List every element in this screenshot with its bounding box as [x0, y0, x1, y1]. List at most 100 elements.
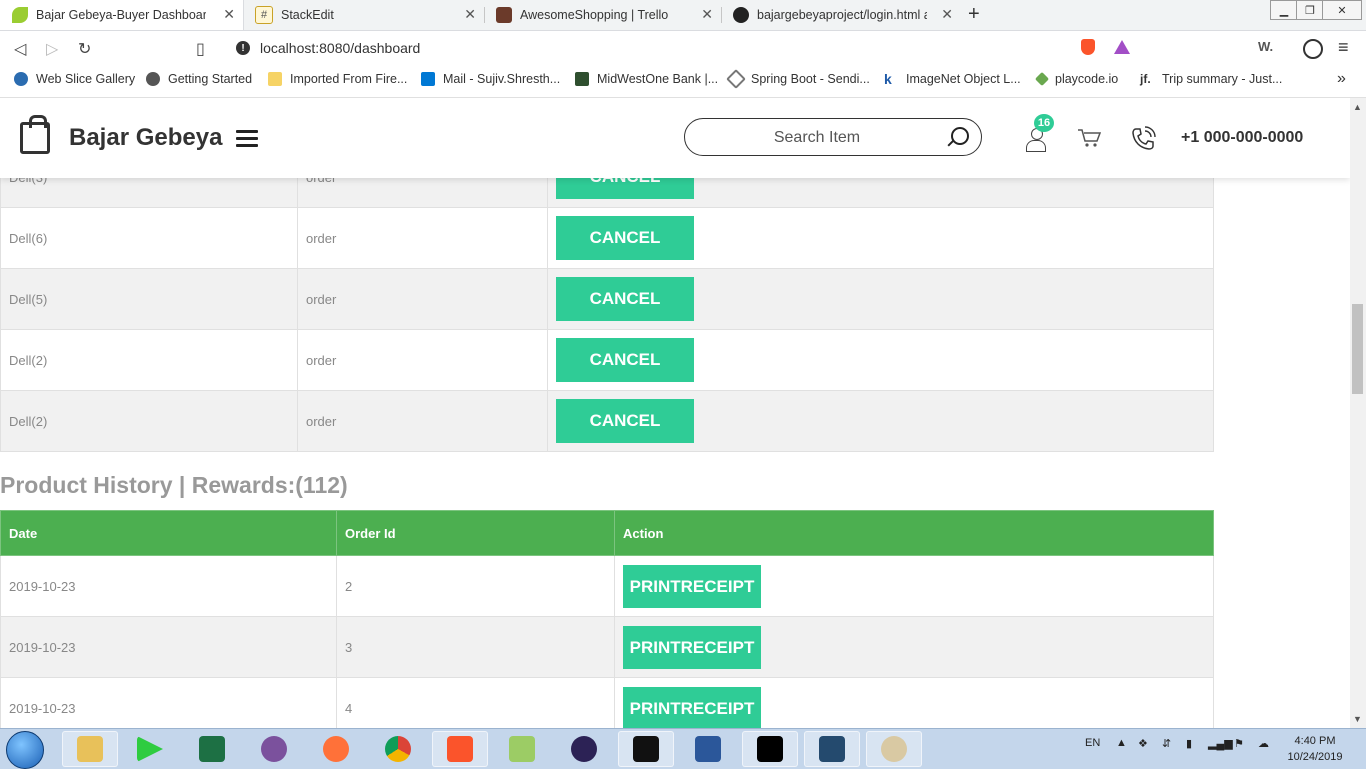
- folder-icon: [268, 72, 282, 86]
- close-window-button[interactable]: ✕: [1322, 0, 1362, 20]
- search-input[interactable]: [705, 126, 929, 150]
- cancel-button[interactable]: CANCEL: [556, 277, 694, 321]
- bookmark-spring-boot[interactable]: Spring Boot - Sendi...: [726, 69, 870, 89]
- signal-icon[interactable]: ▂▄▆: [1208, 737, 1233, 750]
- network-icon[interactable]: ⇵: [1162, 737, 1171, 750]
- column-header-order-id: Order Id: [336, 510, 615, 556]
- date-cell: 2019-10-23: [0, 616, 337, 678]
- close-tab-icon[interactable]: ✕: [464, 6, 476, 23]
- command-prompt-icon[interactable]: [742, 731, 798, 767]
- show-hidden-icons-icon[interactable]: ▲: [1116, 737, 1127, 749]
- chrome-icon[interactable]: [370, 731, 426, 767]
- product-history-title: Product History | Rewards:(112): [0, 472, 348, 498]
- bookmark-imported[interactable]: Imported From Fire...: [268, 72, 407, 86]
- firefox-taskbar-icon[interactable]: [308, 731, 364, 767]
- reload-icon[interactable]: ↻: [78, 39, 91, 59]
- bookmark-imagenet[interactable]: k ImageNet Object L...: [884, 72, 1021, 86]
- print-receipt-button[interactable]: PRINTRECEIPT: [623, 625, 761, 669]
- tab-github[interactable]: bajargebeyaproject/login.html at d ✕: [721, 0, 961, 30]
- brave-rewards-icon[interactable]: [1114, 40, 1130, 54]
- file-explorer-icon[interactable]: [62, 731, 118, 767]
- minimize-window-button[interactable]: ▁: [1270, 0, 1298, 20]
- url-field[interactable]: ! localhost:8080/dashboard: [228, 36, 1140, 60]
- media-player-icon[interactable]: [122, 731, 178, 767]
- github-icon: [733, 7, 749, 23]
- eclipse-icon[interactable]: [556, 731, 612, 767]
- page-scrollbar[interactable]: ▲ ▼: [1350, 98, 1366, 728]
- bookmark-web-slice-gallery[interactable]: Web Slice Gallery: [14, 72, 135, 86]
- status-cell: order: [297, 329, 548, 391]
- cancel-button[interactable]: CANCEL: [556, 338, 694, 382]
- close-tab-icon[interactable]: ✕: [701, 6, 713, 23]
- dropbox-icon[interactable]: ❖: [1138, 737, 1148, 750]
- windows-taskbar: EN ▲ ❖ ⇵ ▮ ▂▄▆ ⚑ ☁ 4:40 PM 10/24/2019: [0, 728, 1366, 769]
- close-tab-icon[interactable]: ✕: [941, 6, 953, 23]
- new-tab-button[interactable]: +: [968, 3, 980, 26]
- word-icon[interactable]: [680, 731, 736, 767]
- brave-shields-icon[interactable]: [1081, 39, 1095, 55]
- site-header: Bajar Gebeya 16 +1 000-000-0000: [0, 98, 1350, 178]
- bookmark-midwestone[interactable]: MidWestOne Bank |...: [575, 72, 718, 86]
- tab-trello[interactable]: AwesomeShopping | Trello ✕: [484, 0, 721, 30]
- paint-icon[interactable]: [866, 731, 922, 767]
- table-row: Dell(6) order CANCEL: [0, 207, 1214, 269]
- print-receipt-button[interactable]: PRINTRECEIPT: [623, 564, 761, 608]
- cancel-button[interactable]: CANCEL: [556, 216, 694, 260]
- bookmark-mail[interactable]: Mail - Sujiv.Shresth...: [421, 72, 560, 86]
- bookmark-getting-started[interactable]: Getting Started: [146, 72, 252, 86]
- clock-date: 10/24/2019: [1287, 751, 1343, 763]
- more-bookmarks-icon[interactable]: »: [1337, 70, 1346, 88]
- bookmark-icon[interactable]: ▯: [196, 39, 205, 59]
- mysql-workbench-icon[interactable]: [804, 731, 860, 767]
- cancel-button[interactable]: CANCEL: [556, 399, 694, 443]
- leaf-icon: [12, 7, 28, 23]
- jf-icon: jf.: [1140, 72, 1151, 86]
- tab-bajar-gebeya[interactable]: Bajar Gebeya-Buyer Dashboard ✕: [0, 0, 244, 30]
- back-icon[interactable]: ◁: [14, 39, 26, 59]
- action-center-flag-icon[interactable]: ⚑: [1234, 737, 1244, 750]
- notepad-icon[interactable]: [494, 731, 550, 767]
- viber-icon[interactable]: [246, 731, 302, 767]
- system-clock[interactable]: 4:40 PM 10/24/2019: [1282, 733, 1348, 765]
- shopping-bag-icon[interactable]: [20, 115, 50, 154]
- date-cell: 2019-10-23: [0, 677, 337, 728]
- phone-icon[interactable]: [1130, 126, 1156, 152]
- start-button-icon[interactable]: [6, 731, 44, 769]
- tab-stackedit[interactable]: # StackEdit ✕: [243, 0, 484, 30]
- action-cell: CANCEL: [547, 268, 1214, 330]
- restore-window-button[interactable]: ❐: [1296, 0, 1324, 20]
- bookmark-trip-summary[interactable]: jf. Trip summary - Just...: [1140, 72, 1282, 86]
- order-id-cell: 4: [336, 677, 615, 728]
- address-bar: ◁ ▷ ↻ ▯ ! localhost:8080/dashboard W. ≡: [0, 31, 1366, 65]
- close-tab-icon[interactable]: ✕: [223, 6, 235, 23]
- scroll-down-arrow-icon[interactable]: ▼: [1353, 714, 1362, 724]
- extension-w-icon[interactable]: W.: [1258, 39, 1273, 54]
- table-row: 2019-10-23 3 PRINTRECEIPT: [0, 616, 1214, 678]
- order-id-cell: 3: [336, 616, 615, 678]
- action-cell: CANCEL: [547, 390, 1214, 452]
- brand-name[interactable]: Bajar Gebeya: [69, 124, 222, 152]
- battery-icon[interactable]: ▮: [1186, 737, 1192, 750]
- search-icon[interactable]: [951, 127, 969, 145]
- scroll-up-arrow-icon[interactable]: ▲: [1353, 102, 1362, 112]
- excel-icon[interactable]: [184, 731, 240, 767]
- table-row: Dell(2) order CANCEL: [0, 329, 1214, 391]
- bank-icon: [575, 72, 589, 86]
- onedrive-icon[interactable]: ☁: [1258, 737, 1269, 750]
- column-header-date: Date: [0, 510, 337, 556]
- forward-icon[interactable]: ▷: [46, 39, 58, 59]
- k-icon: k: [884, 71, 892, 87]
- print-receipt-button[interactable]: PRINTRECEIPT: [623, 686, 761, 728]
- intellij-icon[interactable]: [618, 731, 674, 767]
- language-indicator[interactable]: EN: [1085, 737, 1100, 749]
- profile-icon[interactable]: [1303, 39, 1323, 59]
- scrollbar-thumb[interactable]: [1352, 304, 1363, 394]
- site-info-icon[interactable]: !: [236, 41, 250, 55]
- page-viewport: Bajar Gebeya 16 +1 000-000-0000 Dell(3) …: [0, 98, 1350, 728]
- hamburger-menu-icon[interactable]: [236, 130, 258, 148]
- brave-taskbar-icon[interactable]: [432, 731, 488, 767]
- menu-icon[interactable]: ≡: [1338, 37, 1349, 58]
- outlook-icon: [421, 72, 435, 86]
- bookmark-playcode[interactable]: playcode.io: [1034, 71, 1118, 87]
- cart-icon[interactable]: [1077, 128, 1101, 148]
